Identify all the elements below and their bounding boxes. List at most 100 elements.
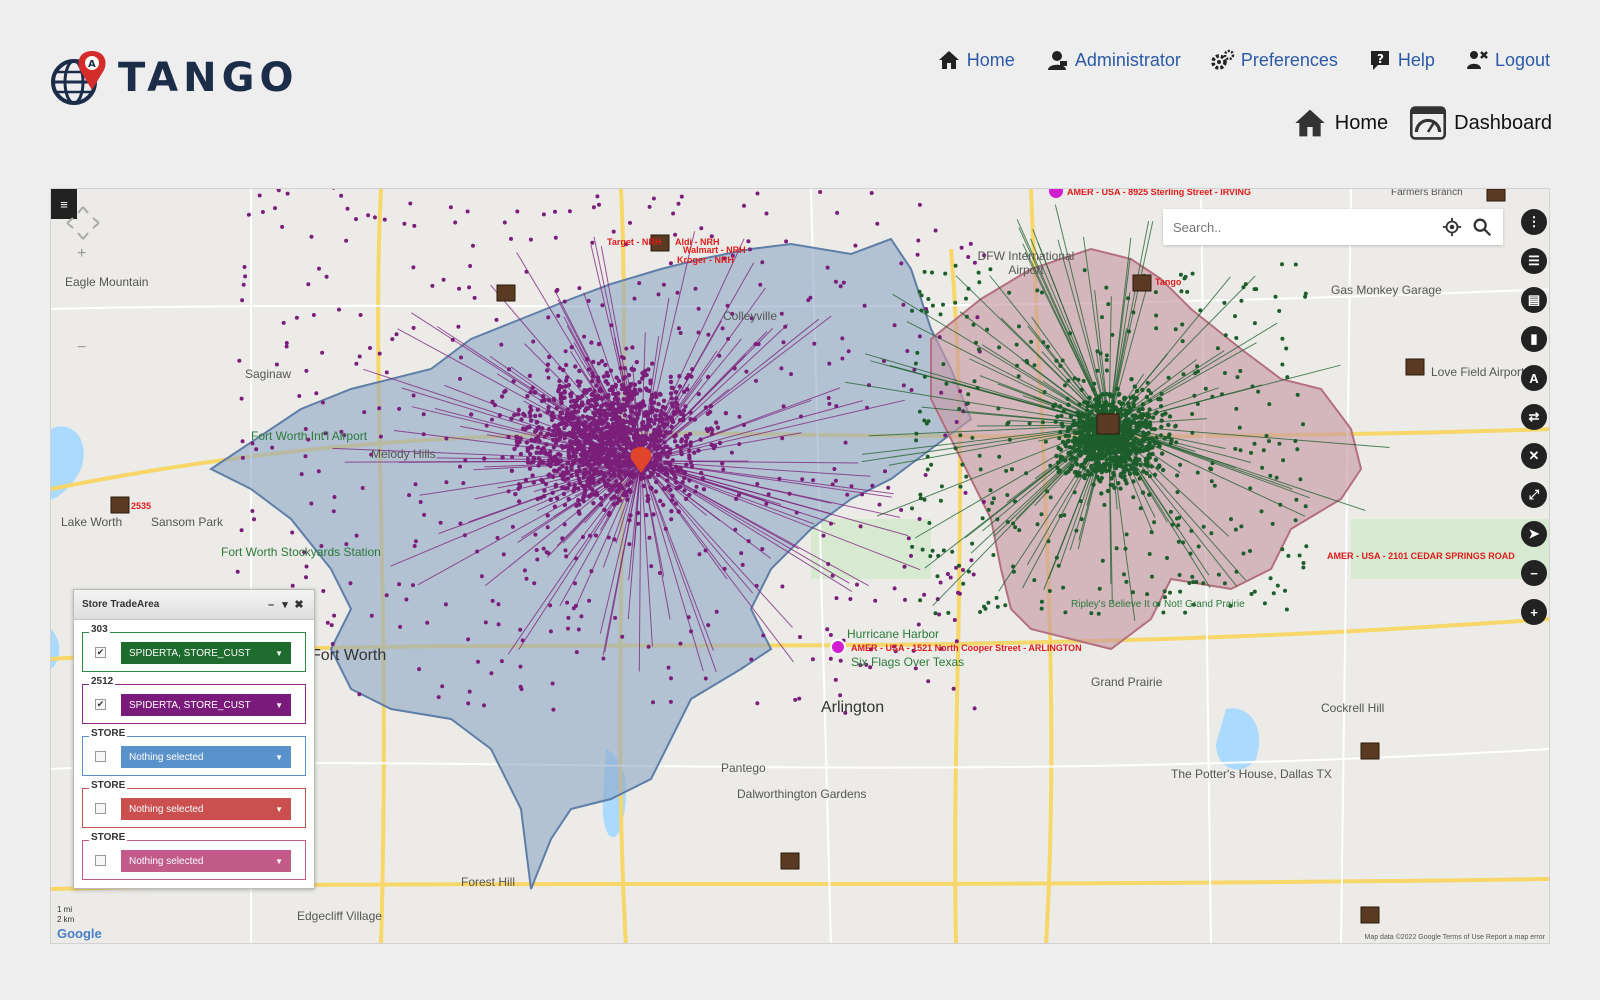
customer-dot — [591, 501, 596, 506]
nav-help-link[interactable]: ? Help — [1368, 48, 1435, 72]
store-label: Walmart - NRH — [683, 245, 746, 255]
nav-administrator-link[interactable]: Administrator — [1045, 48, 1181, 72]
customer-dot — [644, 388, 650, 393]
zoom-in-icon[interactable]: + — [1521, 599, 1547, 625]
collapse-icon[interactable]: ▾ — [278, 598, 292, 611]
subnav-home-link[interactable]: Home — [1293, 107, 1388, 139]
customer-dot — [535, 557, 540, 562]
customer-dot — [941, 362, 946, 367]
customer-dot — [1252, 321, 1257, 326]
locate-icon[interactable]: ➤ — [1521, 521, 1547, 547]
book-icon[interactable]: ▤ — [1521, 287, 1547, 313]
customer-dot — [1104, 358, 1109, 362]
customer-dot — [582, 388, 587, 393]
customer-dot — [1196, 544, 1201, 549]
customer-dot — [980, 516, 985, 521]
customer-dot — [1241, 551, 1246, 556]
customer-dot — [1178, 462, 1183, 467]
bookmark-icon[interactable]: ▮ — [1521, 326, 1547, 352]
customer-dot — [1252, 287, 1257, 292]
customer-dot — [575, 404, 581, 409]
locate-target-icon[interactable] — [1441, 216, 1463, 238]
zoom-out-small-button[interactable]: − — [77, 339, 86, 357]
panel-header[interactable]: Store TradeArea – ▾ ✖ — [74, 590, 314, 620]
group-checkbox[interactable]: ✔ — [95, 699, 106, 710]
map-label: Pantego — [721, 761, 766, 775]
customer-dot — [1108, 482, 1113, 488]
customer-dot — [466, 701, 471, 706]
group-checkbox[interactable] — [95, 855, 106, 866]
customer-dot — [938, 580, 943, 585]
group-select[interactable]: SPIDERTA, STORE_CUST ▼ — [121, 642, 291, 664]
customer-dot — [986, 507, 991, 512]
customer-dot — [901, 383, 906, 388]
customer-dot — [838, 284, 843, 289]
customer-dot — [413, 539, 418, 544]
customer-dot — [793, 697, 798, 702]
customer-dot — [978, 610, 983, 614]
layers-icon[interactable]: ☰ — [1521, 248, 1547, 274]
customer-dot — [1273, 294, 1278, 299]
customer-dot — [1099, 491, 1104, 496]
map-label: Ripley's Believe It or Not! Grand Prairi… — [1071, 599, 1245, 610]
customer-dot — [964, 296, 968, 301]
nav-logout-link[interactable]: Logout — [1465, 48, 1550, 72]
nav-preferences-link[interactable]: Preferences — [1211, 48, 1338, 72]
customer-dot — [917, 334, 922, 339]
subnav-dashboard-link[interactable]: Dashboard — [1410, 106, 1552, 140]
minimize-icon[interactable]: – — [264, 599, 278, 611]
customer-dot — [963, 490, 968, 495]
fullscreen-icon[interactable]: ⤢ — [1521, 482, 1547, 508]
customer-dot — [1203, 386, 1208, 391]
customer-dot — [994, 595, 999, 600]
nav-home-link[interactable]: Home — [937, 48, 1015, 72]
gears-icon — [1211, 49, 1235, 70]
close-icon[interactable]: ✕ — [1521, 443, 1547, 469]
customer-dot — [913, 361, 918, 366]
customer-dot — [779, 366, 784, 371]
customer-dot — [320, 350, 325, 355]
customer-dot — [886, 485, 891, 490]
customer-dot — [742, 203, 746, 208]
group-checkbox[interactable] — [95, 751, 106, 762]
customer-dot — [668, 379, 674, 385]
zoom-out-icon[interactable]: − — [1521, 560, 1547, 586]
customer-dot — [968, 241, 973, 246]
search-icon[interactable] — [1471, 216, 1493, 238]
group-checkbox[interactable] — [95, 803, 106, 814]
customer-dot — [285, 191, 290, 196]
map-search-box[interactable] — [1163, 209, 1503, 245]
customer-dot — [613, 615, 618, 620]
chevron-down-icon: ▼ — [275, 700, 283, 710]
customer-dot — [499, 394, 505, 399]
text-icon[interactable]: A — [1521, 365, 1547, 391]
customer-dot — [1187, 581, 1192, 585]
close-icon[interactable]: ✖ — [292, 598, 306, 611]
customer-dot — [304, 564, 309, 569]
store-pin-irving[interactable] — [1049, 189, 1063, 198]
group-checkbox[interactable]: ✔ — [95, 647, 106, 658]
map-attribution[interactable]: Map data ©2022 Google Terms of Use Repor… — [1364, 934, 1545, 941]
map-search-input[interactable] — [1173, 219, 1433, 235]
tango-logo[interactable]: A TANGO — [50, 48, 298, 108]
group-select[interactable]: Nothing selected ▼ — [121, 850, 291, 872]
group-select[interactable]: Nothing selected ▼ — [121, 798, 291, 820]
group-select[interactable]: Nothing selected ▼ — [121, 746, 291, 768]
store-pin-arlington[interactable] — [830, 639, 846, 655]
chevron-down-icon: ▼ — [275, 752, 283, 762]
zoom-in-small-button[interactable]: + — [77, 245, 86, 263]
customer-dot — [329, 623, 334, 628]
store-tradearea-panel[interactable]: Store TradeArea – ▾ ✖ 303 ✔ SPIDERTA, ST… — [73, 589, 315, 889]
swap-icon[interactable]: ⇄ — [1521, 404, 1547, 430]
group-select[interactable]: SPIDERTA, STORE_CUST ▼ — [121, 694, 291, 716]
map-label: Fort Worth Stockyards Station — [221, 545, 381, 559]
customer-dot — [930, 548, 935, 553]
pan-control[interactable] — [63, 203, 103, 243]
customer-dot — [590, 416, 596, 421]
customer-dot — [1248, 549, 1252, 553]
more-icon[interactable]: ⋮ — [1521, 209, 1547, 235]
trade-area-map[interactable]: Eagle Mountain Saginaw Colleyville DFW I… — [50, 188, 1550, 944]
customer-dot — [914, 438, 919, 443]
customer-dot — [637, 380, 642, 385]
customer-dot — [1261, 448, 1266, 453]
